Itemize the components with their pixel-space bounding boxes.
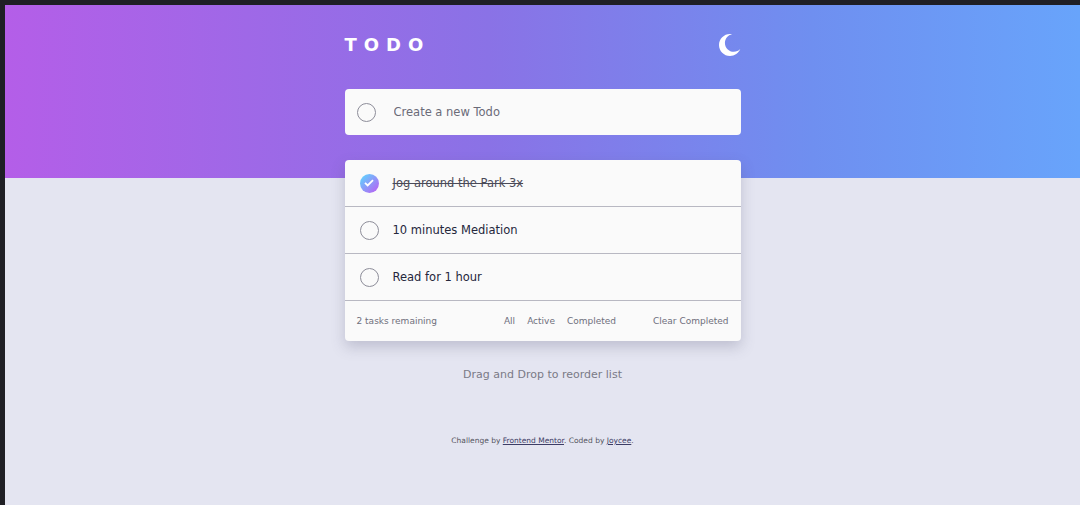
- todo-text: 10 minutes Mediation: [393, 223, 518, 237]
- app-header: TODO: [345, 33, 741, 57]
- moon-icon: [719, 34, 741, 56]
- new-todo-input[interactable]: [392, 104, 729, 120]
- remaining-count: 2 tasks remaining: [357, 316, 438, 326]
- filter-button[interactable]: Completed: [567, 316, 616, 326]
- todo-list: Jog around the Park 3x 10 minutes Mediat…: [345, 160, 741, 341]
- check-icon: [364, 179, 374, 187]
- filter-button[interactable]: All: [504, 316, 515, 326]
- author-link[interactable]: Joycee: [607, 436, 632, 445]
- page: TODO Jog around the Park 3x 10 minutes M…: [5, 5, 1080, 505]
- filter-button[interactable]: Active: [527, 316, 555, 326]
- todo-item[interactable]: 10 minutes Mediation: [345, 207, 741, 254]
- new-todo-field[interactable]: [345, 89, 741, 135]
- todo-app: TODO Jog around the Park 3x 10 minutes M…: [345, 5, 741, 445]
- theme-toggle[interactable]: [719, 34, 741, 56]
- attribution: Challenge by Frontend Mentor. Coded by J…: [345, 436, 741, 445]
- browser-frame: TODO Jog around the Park 3x 10 minutes M…: [0, 0, 1080, 505]
- checkbox[interactable]: [360, 174, 379, 193]
- clear-completed-button[interactable]: Clear Completed: [653, 316, 729, 326]
- drag-hint: Drag and Drop to reorder list: [345, 368, 741, 381]
- todo-text: Jog around the Park 3x: [393, 176, 524, 190]
- todo-item[interactable]: Jog around the Park 3x: [345, 160, 741, 207]
- app-title: TODO: [345, 33, 431, 57]
- new-todo-circle-icon: [357, 103, 376, 122]
- checkbox[interactable]: [360, 268, 379, 287]
- todo-text: Read for 1 hour: [393, 270, 482, 284]
- list-footer: 2 tasks remaining All Active Completed Cle…: [345, 301, 741, 341]
- frontend-mentor-link[interactable]: Frontend Mentor: [503, 436, 564, 445]
- filters: All Active Completed: [504, 316, 616, 326]
- todo-item[interactable]: Read for 1 hour: [345, 254, 741, 301]
- checkbox[interactable]: [360, 221, 379, 240]
